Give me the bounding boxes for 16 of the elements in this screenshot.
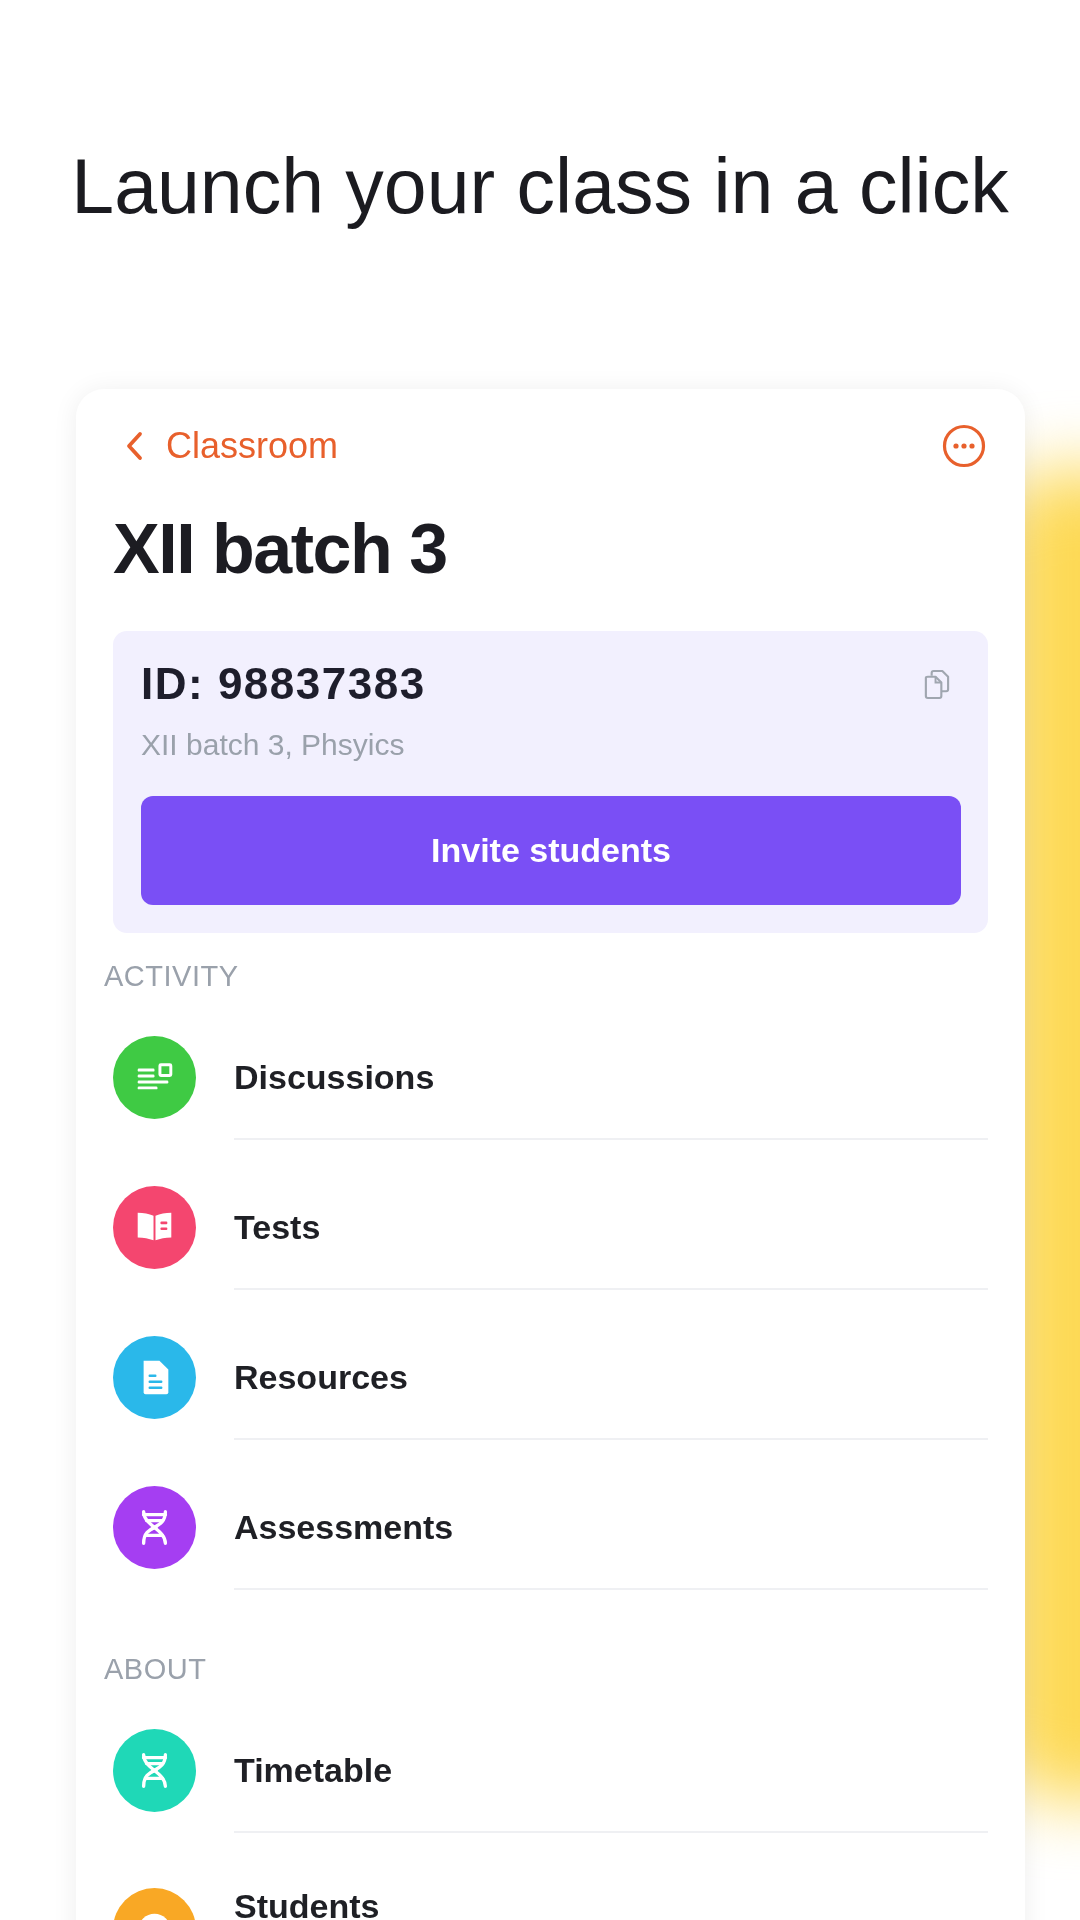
chevron-left-icon [124,431,144,461]
list-item[interactable]: Discussions [113,990,988,1140]
class-subtitle: XII batch 3, Phsyics [141,728,405,762]
list-item[interactable]: Resources [113,1290,988,1440]
list-item[interactable]: Assessments [113,1440,988,1590]
list-item[interactable]: Timetable [113,1683,988,1833]
section-heading: ABOUT [104,1655,207,1683]
list-item[interactable]: Tests [113,1140,988,1290]
class-id: ID: 98837383 [141,660,426,708]
invite-button[interactable]: Invite students [141,796,961,905]
section-heading: ACTIVITY [104,962,239,990]
copy-icon[interactable] [922,668,951,700]
list-item[interactable]: Students [113,1833,988,1920]
headline: Launch your class in a click [71,142,1009,230]
more-icon[interactable] [942,424,986,468]
class-title: XII batch 3 [113,509,447,589]
